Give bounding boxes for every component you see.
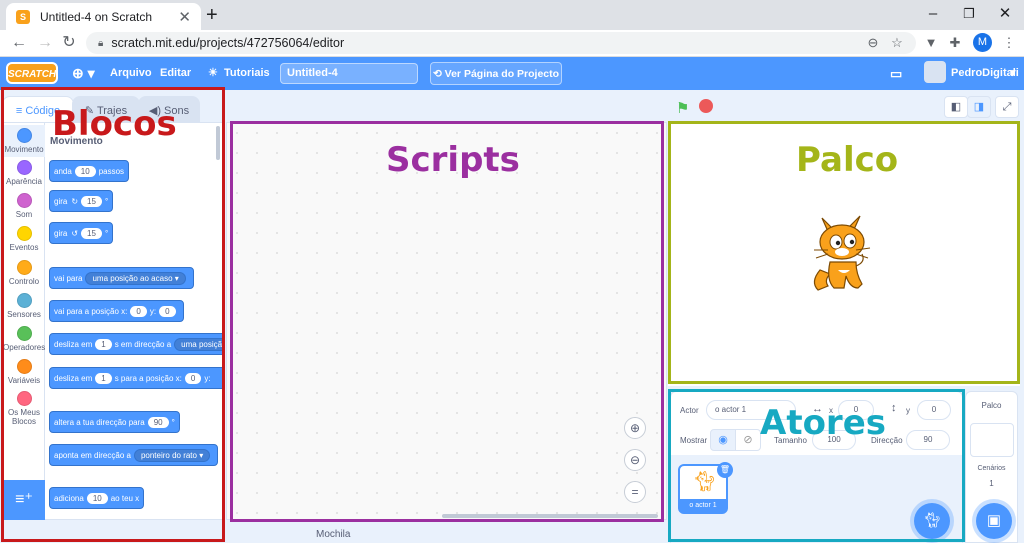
scripts-frame [230, 121, 664, 522]
user-avatar[interactable] [924, 61, 946, 83]
profile-avatar[interactable]: M [973, 33, 992, 52]
address-bar[interactable]: 🔒︎ scratch.mit.edu/projects/472756064/ed… [86, 32, 916, 54]
scratch-favicon-icon: S [16, 9, 30, 24]
minimize-button[interactable]: – [918, 2, 948, 26]
back-arrow-icon[interactable]: ← [8, 33, 30, 53]
bookmark-star-icon[interactable]: ☆ [888, 35, 906, 51]
see-page-label: Ver Página do Projecto [444, 68, 560, 80]
blocos-annotation: Blocos [52, 104, 177, 144]
project-title-input[interactable]: Untitled-4 [280, 63, 418, 84]
menu-edit[interactable]: Editar [160, 57, 191, 90]
stop-button[interactable] [699, 99, 713, 113]
backpack-label[interactable]: Mochila [316, 529, 350, 540]
zoom-icon[interactable]: ⊖ [864, 35, 882, 51]
menu-file[interactable]: Arquivo [110, 57, 152, 90]
tab-title: Untitled-4 on Scratch [40, 9, 153, 24]
reload-icon[interactable]: ↻ [58, 33, 80, 53]
extensions-puzzle-icon[interactable]: ✚ [946, 35, 964, 51]
small-stage-button[interactable]: ◧ [944, 96, 968, 118]
backdrop-thumbnail[interactable] [970, 423, 1014, 457]
username[interactable]: PedroDigitali [951, 57, 1019, 90]
backdrops-count: 1 [989, 479, 994, 488]
browser-menu-icon[interactable]: ⋮ [1000, 35, 1018, 51]
see-project-page-button[interactable]: ⟲ Ver Página do Projecto [430, 62, 562, 85]
normal-stage-button[interactable]: ◨ [967, 96, 991, 118]
browser-tab[interactable]: S Untitled-4 on Scratch ✕ [6, 3, 201, 30]
url-text: scratch.mit.edu/projects/472756064/edito… [111, 36, 345, 50]
tab-close-icon[interactable]: ✕ [178, 8, 191, 26]
user-chevron-down-icon[interactable]: ▾ [1010, 57, 1016, 90]
restore-button[interactable]: ❐ [954, 2, 984, 26]
choose-backdrop-button[interactable]: ▣ [976, 503, 1012, 539]
scripts-annotation: Scripts [386, 140, 520, 180]
window-close-button[interactable]: ✕ [990, 2, 1020, 26]
tutorials-bulb-icon[interactable]: ☀ [208, 57, 218, 90]
extension-shield-icon[interactable]: ▼ [922, 35, 940, 50]
blocos-frame [1, 87, 225, 542]
forward-arrow-icon[interactable]: → [34, 33, 56, 53]
see-page-icon: ⟲ [432, 68, 445, 80]
menu-tutorials[interactable]: Tutoriais [224, 57, 270, 90]
scratch-logo[interactable]: SCRATCH [6, 62, 58, 84]
stage-pane-title: Palco [981, 401, 1002, 410]
lock-icon: 🔒︎ [98, 37, 104, 49]
palco-annotation: Palco [796, 140, 899, 180]
new-tab-button[interactable]: + [206, 3, 218, 27]
atores-annotation: Atores [760, 403, 886, 443]
backdrops-label: Cenários [977, 465, 1006, 472]
my-stuff-folder-icon[interactable]: ▭ [890, 57, 902, 90]
fullscreen-button[interactable]: ⤢ [995, 96, 1019, 118]
green-flag-icon[interactable]: ⚑ [676, 99, 689, 117]
language-globe-icon[interactable]: ⊕ ▾ [72, 57, 95, 90]
